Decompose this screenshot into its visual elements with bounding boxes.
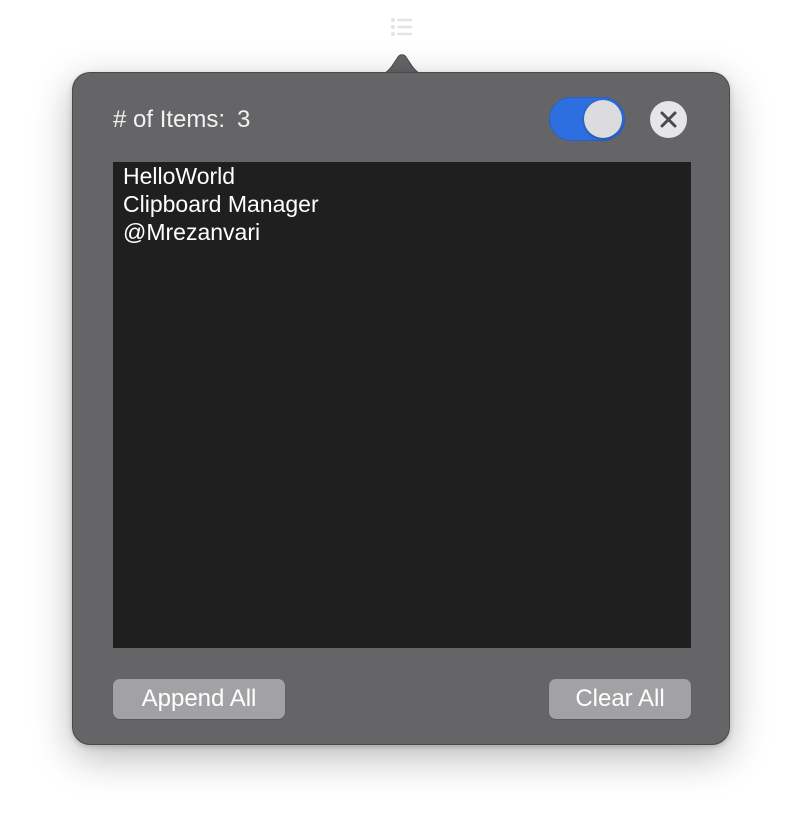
item-count-label: # of Items: [113,106,226,133]
clipboard-item: @Mrezanvari [123,219,261,245]
clipboard-text-area[interactable]: HelloWorld Clipboard Manager @Mrezanvari [113,162,691,648]
item-count: # of Items: 3 [113,103,250,137]
append-all-button[interactable]: Append All [113,679,285,719]
monitor-toggle[interactable] [549,97,625,141]
clipboard-item: Clipboard Manager [123,191,319,217]
toggle-knob [584,100,622,138]
stage: # of Items: 3 HelloWorld Clipboard Manage… [0,0,802,826]
clipboard-item: HelloWorld [123,163,236,189]
close-button[interactable] [650,101,687,138]
clipboard-popover: # of Items: 3 HelloWorld Clipboard Manage… [72,72,730,745]
item-count-value: 3 [237,106,251,133]
list-icon[interactable] [388,14,416,42]
close-icon [660,111,677,128]
clear-all-button[interactable]: Clear All [549,679,691,719]
